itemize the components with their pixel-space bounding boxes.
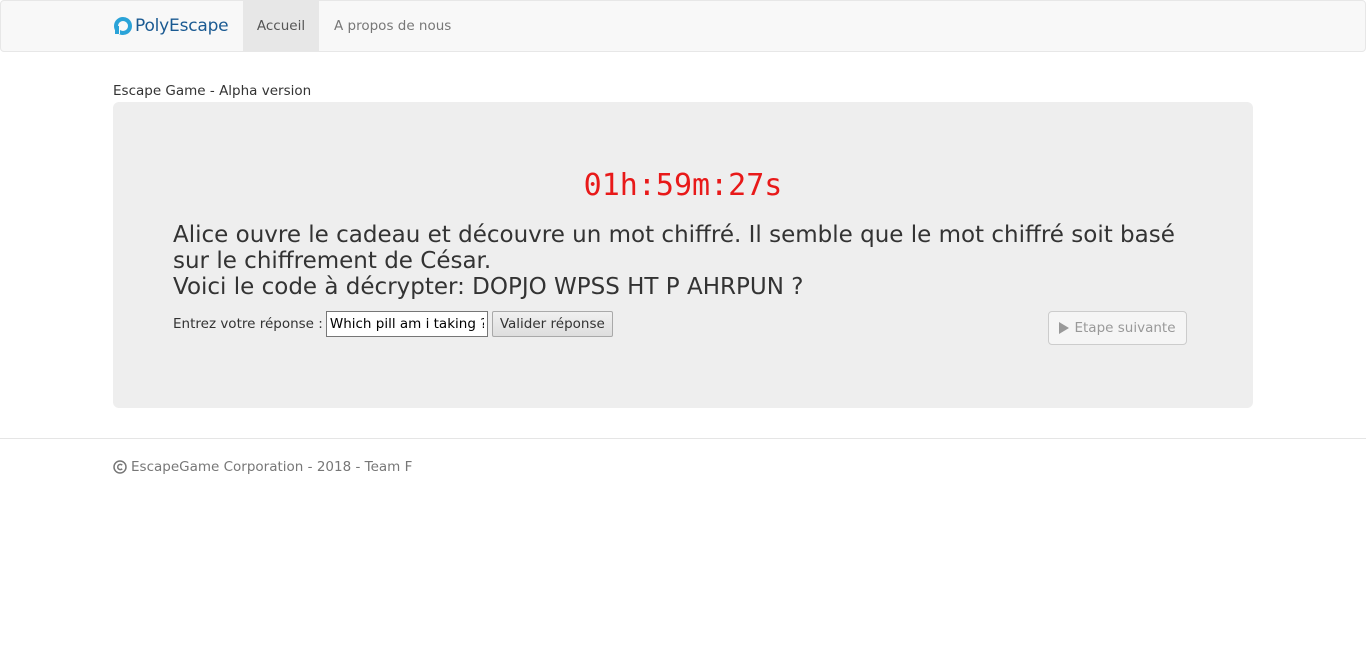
copyright-icon xyxy=(113,460,127,474)
brand-name: PolyEscape xyxy=(135,16,229,36)
footer-divider xyxy=(0,438,1366,439)
footer-text: EscapeGame Corporation - 2018 - Team F xyxy=(131,459,413,475)
navbar: PolyEscape Accueil A propos de nous xyxy=(0,0,1366,52)
story-line-2: Voici le code à décrypter: DOPJO WPSS HT… xyxy=(173,274,804,300)
brand-link[interactable]: PolyEscape xyxy=(113,1,229,51)
answer-label: Entrez votre réponse : xyxy=(173,316,323,332)
page-subtitle: Escape Game - Alpha version xyxy=(113,83,312,99)
nav-item-accueil[interactable]: Accueil xyxy=(243,1,319,51)
countdown-timer: 01h:59m:27s xyxy=(583,168,783,203)
next-step-label: Etape suivante xyxy=(1074,320,1176,336)
validate-answer-button[interactable]: Valider réponse xyxy=(491,311,613,337)
play-icon xyxy=(1059,322,1070,334)
answer-form: Entrez votre réponse : Valider réponse xyxy=(173,311,613,337)
nav-item-a-propos[interactable]: A propos de nous xyxy=(319,1,466,51)
polyescape-logo-icon xyxy=(114,17,132,35)
game-panel: 01h:59m:27s Alice ouvre le cadeau et déc… xyxy=(113,102,1253,408)
next-step-button[interactable]: Etape suivante xyxy=(1048,311,1187,345)
story-line-1: Alice ouvre le cadeau et découvre un mot… xyxy=(173,222,1175,274)
answer-input[interactable] xyxy=(325,311,488,337)
story-text: Alice ouvre le cadeau et découvre un mot… xyxy=(173,222,1203,300)
footer: EscapeGame Corporation - 2018 - Team F xyxy=(113,459,412,475)
